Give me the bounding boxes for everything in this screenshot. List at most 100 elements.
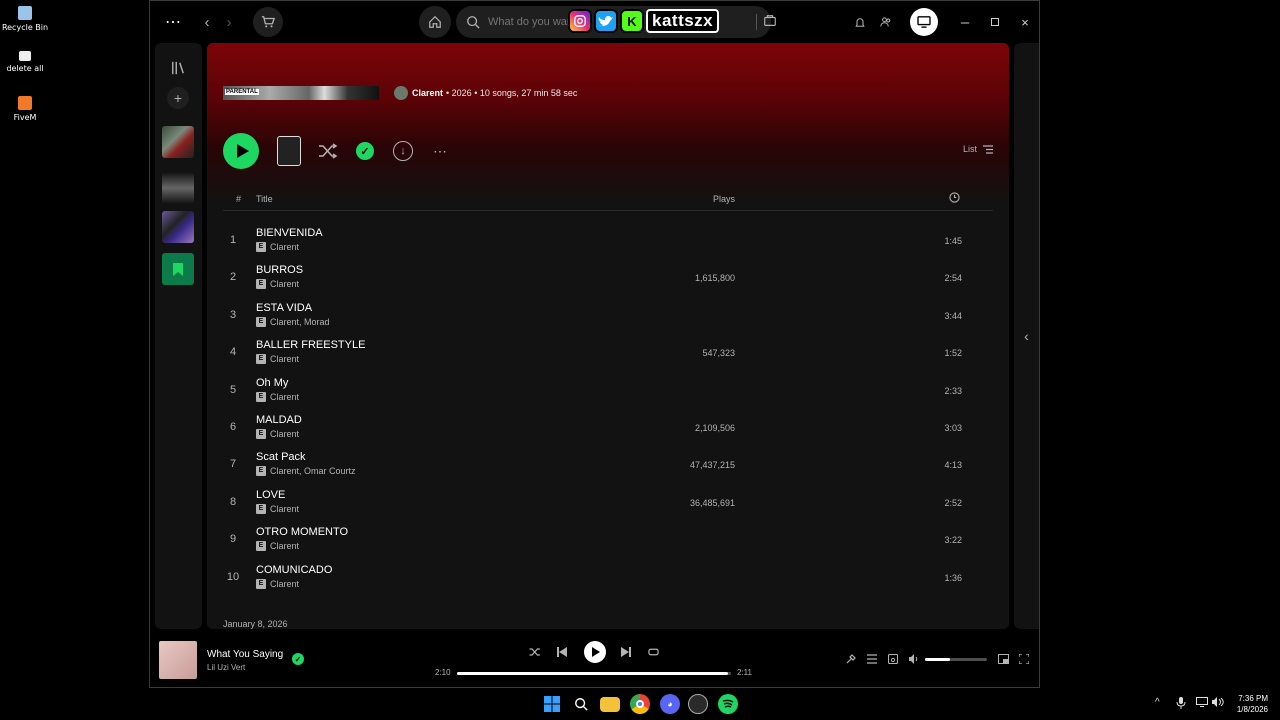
minimize-icon[interactable]: – [958,7,972,37]
now-playing-artist[interactable]: Lil Uzi Vert [207,663,245,672]
table-row[interactable]: 7 Scat Pack E Clarent, Omar Courtz 47,437… [223,447,993,484]
desktop-icon-fivem[interactable]: FiveM [0,96,50,122]
bell-icon[interactable] [852,7,868,37]
network-icon[interactable] [1196,697,1208,710]
play-button[interactable] [223,133,259,169]
lyrics-mic-icon[interactable] [844,652,858,666]
clock-date: 1/8/2026 [1236,705,1268,714]
artist-links[interactable]: Clarent [270,242,299,252]
volume-slider[interactable] [925,658,987,661]
profile-avatar[interactable] [910,8,938,36]
speaker-icon[interactable] [1212,697,1224,710]
create-playlist-button[interactable]: + [167,87,189,109]
track-title[interactable]: LOVE [256,489,285,501]
track-title[interactable]: MALDAD [256,414,302,426]
artist-links[interactable]: Clarent [270,579,299,589]
liked-check-icon[interactable]: ✓ [292,653,304,665]
track-title[interactable]: BIENVENIDA [256,227,323,239]
right-panel-collapsed[interactable]: ‹ [1014,43,1039,629]
track-title[interactable]: ESTA VIDA [256,302,312,314]
volume-fill [925,658,950,661]
file-icon [19,51,31,61]
artist-links[interactable]: Clarent [270,504,299,514]
steam-icon[interactable] [688,694,708,714]
table-row[interactable]: 1 BIENVENIDA E Clarent 1:45 [223,223,993,260]
search-input[interactable] [488,16,578,28]
menu-dots-icon[interactable]: ⋯ [162,7,184,37]
chevron-left-icon[interactable]: ‹ [1024,328,1029,344]
artist-links[interactable]: Clarent [270,279,299,289]
fullscreen-icon[interactable] [1017,652,1031,666]
now-playing-cover[interactable] [159,641,197,679]
artist-links[interactable]: Clarent [270,541,299,551]
table-header: # Title Plays [223,191,993,211]
start-windows-icon[interactable] [542,694,562,714]
library-icon[interactable] [162,59,194,77]
view-toggle[interactable]: List [963,144,993,154]
maximize-icon[interactable] [988,7,1002,37]
table-row[interactable]: 5 Oh My E Clarent 2:33 [223,373,993,410]
download-icon[interactable]: ↓ [393,141,413,161]
saved-check-icon[interactable]: ✓ [356,142,374,160]
table-row[interactable]: 4 BALLER FREESTYLE E Clarent 547,323 1:52 [223,335,993,372]
next-icon[interactable] [617,643,635,661]
search-icon[interactable] [571,694,591,714]
library-item-album-2[interactable] [162,172,194,204]
track-title[interactable]: BURROS [256,264,303,276]
play-pause-button[interactable] [584,641,606,663]
track-duration: 3:44 [944,310,962,321]
artist-links[interactable]: Clarent [270,429,299,439]
table-row[interactable]: 10 COMUNICADO E Clarent 1:36 [223,560,993,597]
track-title[interactable]: Oh My [256,377,288,389]
close-icon[interactable]: × [1018,7,1032,37]
discord-icon[interactable]: ◕ [660,694,680,714]
volume-icon[interactable] [907,652,921,666]
library-item-playlist-1[interactable] [162,126,194,158]
microphone-icon[interactable] [1176,697,1186,712]
artist-links[interactable]: Clarent [270,392,299,402]
progress-bar[interactable] [457,672,731,675]
back-arrow-icon[interactable]: ‹ [198,7,216,37]
track-title[interactable]: COMUNICADO [256,564,332,576]
desktop-icon-delete-all[interactable]: delete all [0,51,50,73]
home-icon[interactable] [419,6,451,38]
artist-links[interactable]: Clarent [270,354,299,364]
liked-songs-item[interactable] [162,253,194,285]
friends-install-icon[interactable] [737,7,767,37]
mini-player-icon[interactable] [996,652,1010,666]
more-options-icon[interactable]: ⋯ [428,139,452,163]
previous-icon[interactable] [553,643,571,661]
chrome-icon[interactable] [630,694,650,714]
library-item-playlist-3[interactable] [162,211,194,243]
table-row[interactable]: 8 LOVE E Clarent 36,485,691 2:52 [223,485,993,522]
track-number: 9 [229,533,237,546]
artist-links[interactable]: Clarent, Morad [270,317,330,327]
queue-icon[interactable] [865,652,879,666]
now-playing-title[interactable]: What You Saying [207,649,283,660]
repeat-icon[interactable] [644,643,662,661]
connect-device-icon[interactable] [886,652,900,666]
explicit-badge: E [256,316,266,327]
table-row[interactable]: 3 ESTA VIDA E Clarent, Morad 3:44 [223,298,993,335]
shuffle-icon[interactable] [316,139,340,163]
table-row[interactable]: 9 OTRO MOMENTO E Clarent 3:22 [223,522,993,559]
track-title[interactable]: OTRO MOMENTO [256,526,348,538]
shuffle-icon[interactable] [526,643,544,661]
artist-avatar[interactable] [394,86,408,100]
track-title[interactable]: BALLER FREESTYLE [256,339,365,351]
forward-arrow-icon[interactable]: › [220,7,238,37]
album-preview-thumb[interactable] [277,136,301,166]
system-clock[interactable]: 7:36 PM 1/8/2026 [1237,693,1268,715]
tray-chevron-up-icon[interactable]: ^ [1155,697,1160,708]
spotify-icon[interactable] [718,694,738,714]
desktop-icon-recycle-bin[interactable]: Recycle Bin [0,6,50,32]
artist-link[interactable]: Clarent [412,88,443,98]
friend-activity-icon[interactable] [878,7,894,37]
table-row[interactable]: 6 MALDAD E Clarent 2,109,506 3:03 [223,410,993,447]
file-explorer-icon[interactable] [600,697,620,712]
track-title[interactable]: Scat Pack [256,451,306,463]
shop-cart-icon[interactable] [253,7,283,37]
track-number: 5 [229,383,237,396]
table-row[interactable]: 2 BURROS E Clarent 1,615,800 2:54 [223,260,993,297]
artist-links[interactable]: Clarent, Omar Courtz [270,466,356,476]
